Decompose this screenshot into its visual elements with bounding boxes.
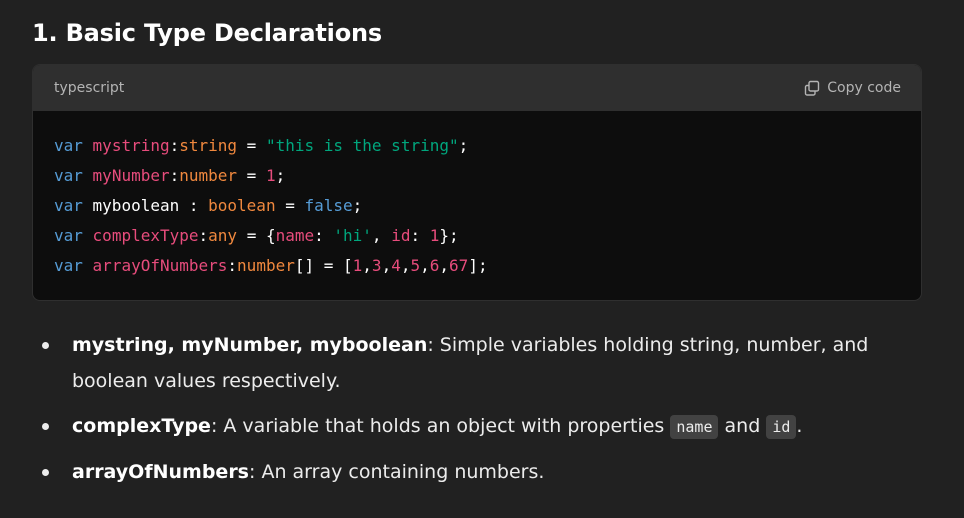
- code-token: 'hi': [333, 226, 372, 245]
- section-heading: 1. Basic Type Declarations: [32, 19, 382, 47]
- code-token: 5: [410, 256, 421, 275]
- code-token: number: [179, 166, 238, 185]
- code-token: :: [227, 256, 238, 275]
- list-item: mystring, myNumber, myboolean: Simple va…: [42, 327, 932, 399]
- code-line: var myNumber:number = 1;: [54, 161, 921, 191]
- code-token: :: [410, 226, 430, 245]
- code-token: complexType: [92, 226, 199, 245]
- code-token: false: [304, 196, 353, 215]
- code-token: =: [237, 166, 266, 185]
- bullet-dot: [42, 469, 49, 476]
- code-token: number: [237, 256, 295, 275]
- copy-icon: [804, 80, 820, 96]
- code-token: var: [54, 196, 83, 215]
- code-token: "this is the string": [265, 136, 459, 155]
- code-content[interactable]: var mystring:string = "this is the strin…: [33, 111, 921, 281]
- code-token: arrayOfNumbers: [92, 256, 228, 275]
- copy-code-label: Copy code: [827, 80, 901, 96]
- code-token: mystring: [92, 136, 170, 155]
- code-line: var myboolean : boolean = false;: [54, 191, 921, 221]
- code-token: =: [275, 196, 305, 215]
- code-token: 67: [449, 256, 469, 275]
- list-item-text: : A variable that holds an object with p…: [210, 415, 671, 437]
- code-token: :: [169, 166, 180, 185]
- code-token: 1: [429, 226, 440, 245]
- code-token: var: [54, 166, 83, 185]
- list-item-term: mystring, myNumber, myboolean: [72, 334, 428, 356]
- code-token: ,: [439, 256, 450, 275]
- code-token: };: [439, 226, 459, 245]
- code-token: boolean: [208, 196, 276, 215]
- code-block: typescript Copy code var mystring:string…: [32, 64, 922, 301]
- code-token: 4: [391, 256, 401, 275]
- code-token: name: [275, 226, 315, 245]
- code-token: string: [179, 136, 238, 155]
- code-token: myNumber: [92, 166, 170, 185]
- copy-code-button[interactable]: Copy code: [804, 80, 901, 96]
- code-token: ,: [362, 256, 372, 275]
- code-language-label: typescript: [54, 80, 125, 96]
- list-item-term: complexType: [72, 415, 211, 437]
- code-line: var mystring:string = "this is the strin…: [54, 131, 921, 161]
- bullet-dot: [42, 342, 49, 349]
- code-token: 6: [429, 256, 440, 275]
- code-token: var: [54, 136, 83, 155]
- code-token: :: [169, 136, 180, 155]
- code-line: var arrayOfNumbers:number[] = [1,3,4,5,6…: [54, 251, 921, 281]
- code-token: var: [54, 256, 83, 275]
- list-item-conjunction: and: [718, 415, 767, 437]
- list-item-term: arrayOfNumbers: [72, 461, 249, 483]
- inline-code-id: id: [766, 415, 797, 439]
- code-token: id: [391, 226, 411, 245]
- code-token: :: [314, 226, 334, 245]
- explanation-list: mystring, myNumber, myboolean: Simple va…: [42, 327, 932, 499]
- code-token: 1: [352, 256, 363, 275]
- code-token: any: [208, 226, 238, 245]
- list-item: arrayOfNumbers: An array containing numb…: [42, 454, 932, 490]
- code-token: ,: [420, 256, 430, 275]
- code-token: var: [54, 226, 83, 245]
- list-item: complexType: A variable that holds an ob…: [42, 408, 932, 445]
- code-line: var complexType:any = {name: 'hi', id: 1…: [54, 221, 921, 251]
- code-token: ,: [371, 226, 392, 245]
- code-token: = {: [237, 226, 276, 245]
- list-item-end: .: [796, 415, 803, 437]
- code-token: ;: [352, 196, 363, 215]
- code-token: 3: [371, 256, 382, 275]
- code-token: [] = [: [294, 256, 353, 275]
- code-token: =: [237, 136, 266, 155]
- code-token: ;: [275, 166, 286, 185]
- list-item-text: : An array containing numbers.: [249, 461, 545, 483]
- code-token: ;: [458, 136, 469, 155]
- code-token: ,: [381, 256, 392, 275]
- code-token: ];: [468, 256, 488, 275]
- code-block-header: typescript Copy code: [33, 65, 921, 111]
- code-token: myboolean :: [82, 196, 209, 215]
- inline-code-name: name: [670, 415, 719, 439]
- code-token: 1: [265, 166, 276, 185]
- bullet-dot: [42, 423, 49, 430]
- code-token: :: [198, 226, 209, 245]
